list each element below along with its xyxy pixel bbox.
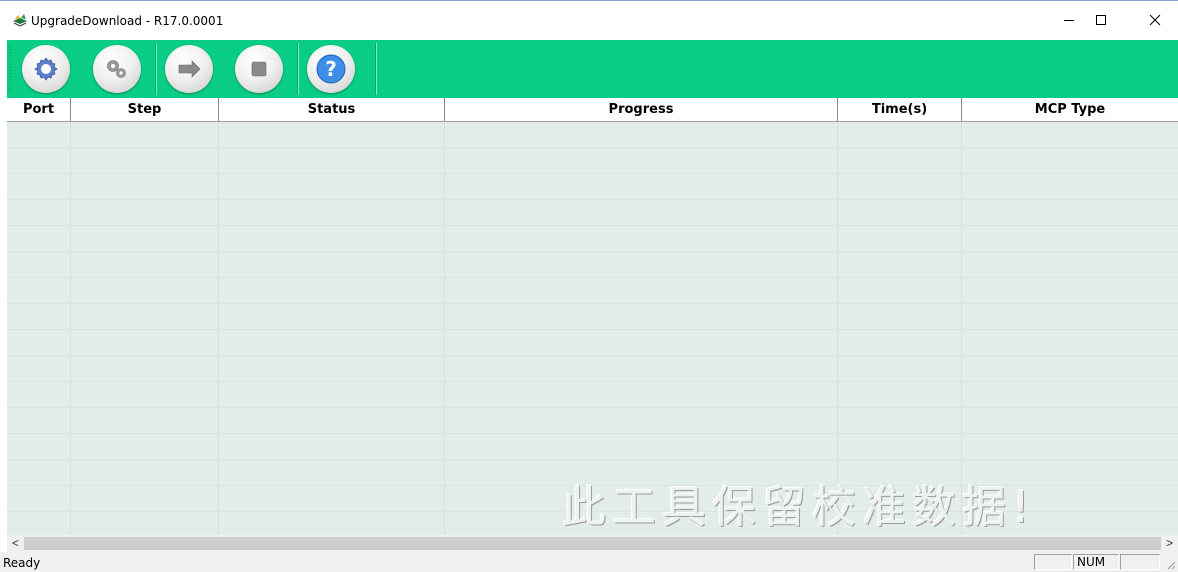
column-divider xyxy=(444,122,445,535)
toolbar-separator xyxy=(297,43,299,95)
toolbar-separator xyxy=(375,43,377,95)
column-divider xyxy=(70,122,71,535)
scroll-left-button[interactable]: < xyxy=(7,535,24,552)
resize-grip-icon[interactable] xyxy=(1166,560,1176,570)
window-title: UpgradeDownload - R17.0.0001 xyxy=(31,14,224,28)
maximize-icon xyxy=(1096,15,1106,25)
settings-button[interactable] xyxy=(22,45,70,93)
stop-icon xyxy=(251,61,267,77)
play-arrow-icon xyxy=(178,60,201,78)
close-icon xyxy=(1149,14,1161,26)
status-pane-scroll xyxy=(1120,554,1160,570)
help-glyph: ? xyxy=(325,57,337,81)
status-bar: Ready NUM xyxy=(0,552,1178,572)
minimize-icon xyxy=(1064,20,1074,21)
status-pane-caps xyxy=(1034,554,1072,570)
port-list[interactable]: Port Step Status Progress Time(s) MCP Ty… xyxy=(7,98,1178,535)
toolbar: ? xyxy=(7,40,1178,98)
gears-icon xyxy=(107,60,126,78)
maximize-button[interactable] xyxy=(1078,1,1124,39)
close-button[interactable] xyxy=(1132,1,1178,39)
scroll-thumb[interactable] xyxy=(24,537,1161,550)
config-button[interactable] xyxy=(93,45,141,93)
status-pane-num: NUM xyxy=(1073,554,1119,570)
column-header-time[interactable]: Time(s) xyxy=(838,98,962,121)
gear-icon xyxy=(34,57,58,81)
app-icon xyxy=(13,14,27,27)
column-header-progress[interactable]: Progress xyxy=(445,98,838,121)
horizontal-scrollbar[interactable]: < > xyxy=(7,535,1178,552)
column-header-mcp-type[interactable]: MCP Type xyxy=(962,98,1178,121)
column-header-status[interactable]: Status xyxy=(219,98,445,121)
column-header-step[interactable]: Step xyxy=(71,98,219,121)
toolbar-grip[interactable] xyxy=(9,46,11,92)
help-button[interactable]: ? xyxy=(307,45,355,93)
title-bar: UpgradeDownload - R17.0.0001 xyxy=(0,0,1178,40)
column-divider xyxy=(218,122,219,535)
watermark-text: 此工具保留校准数据! xyxy=(562,482,1036,533)
stop-button[interactable] xyxy=(235,45,283,93)
scroll-right-button[interactable]: > xyxy=(1161,535,1178,552)
help-icon: ? xyxy=(316,54,346,84)
start-button[interactable] xyxy=(165,45,213,93)
toolbar-separator xyxy=(155,43,157,95)
column-header-port[interactable]: Port xyxy=(7,98,71,121)
column-header-row: Port Step Status Progress Time(s) MCP Ty… xyxy=(7,98,1178,122)
status-text: Ready xyxy=(3,556,41,570)
